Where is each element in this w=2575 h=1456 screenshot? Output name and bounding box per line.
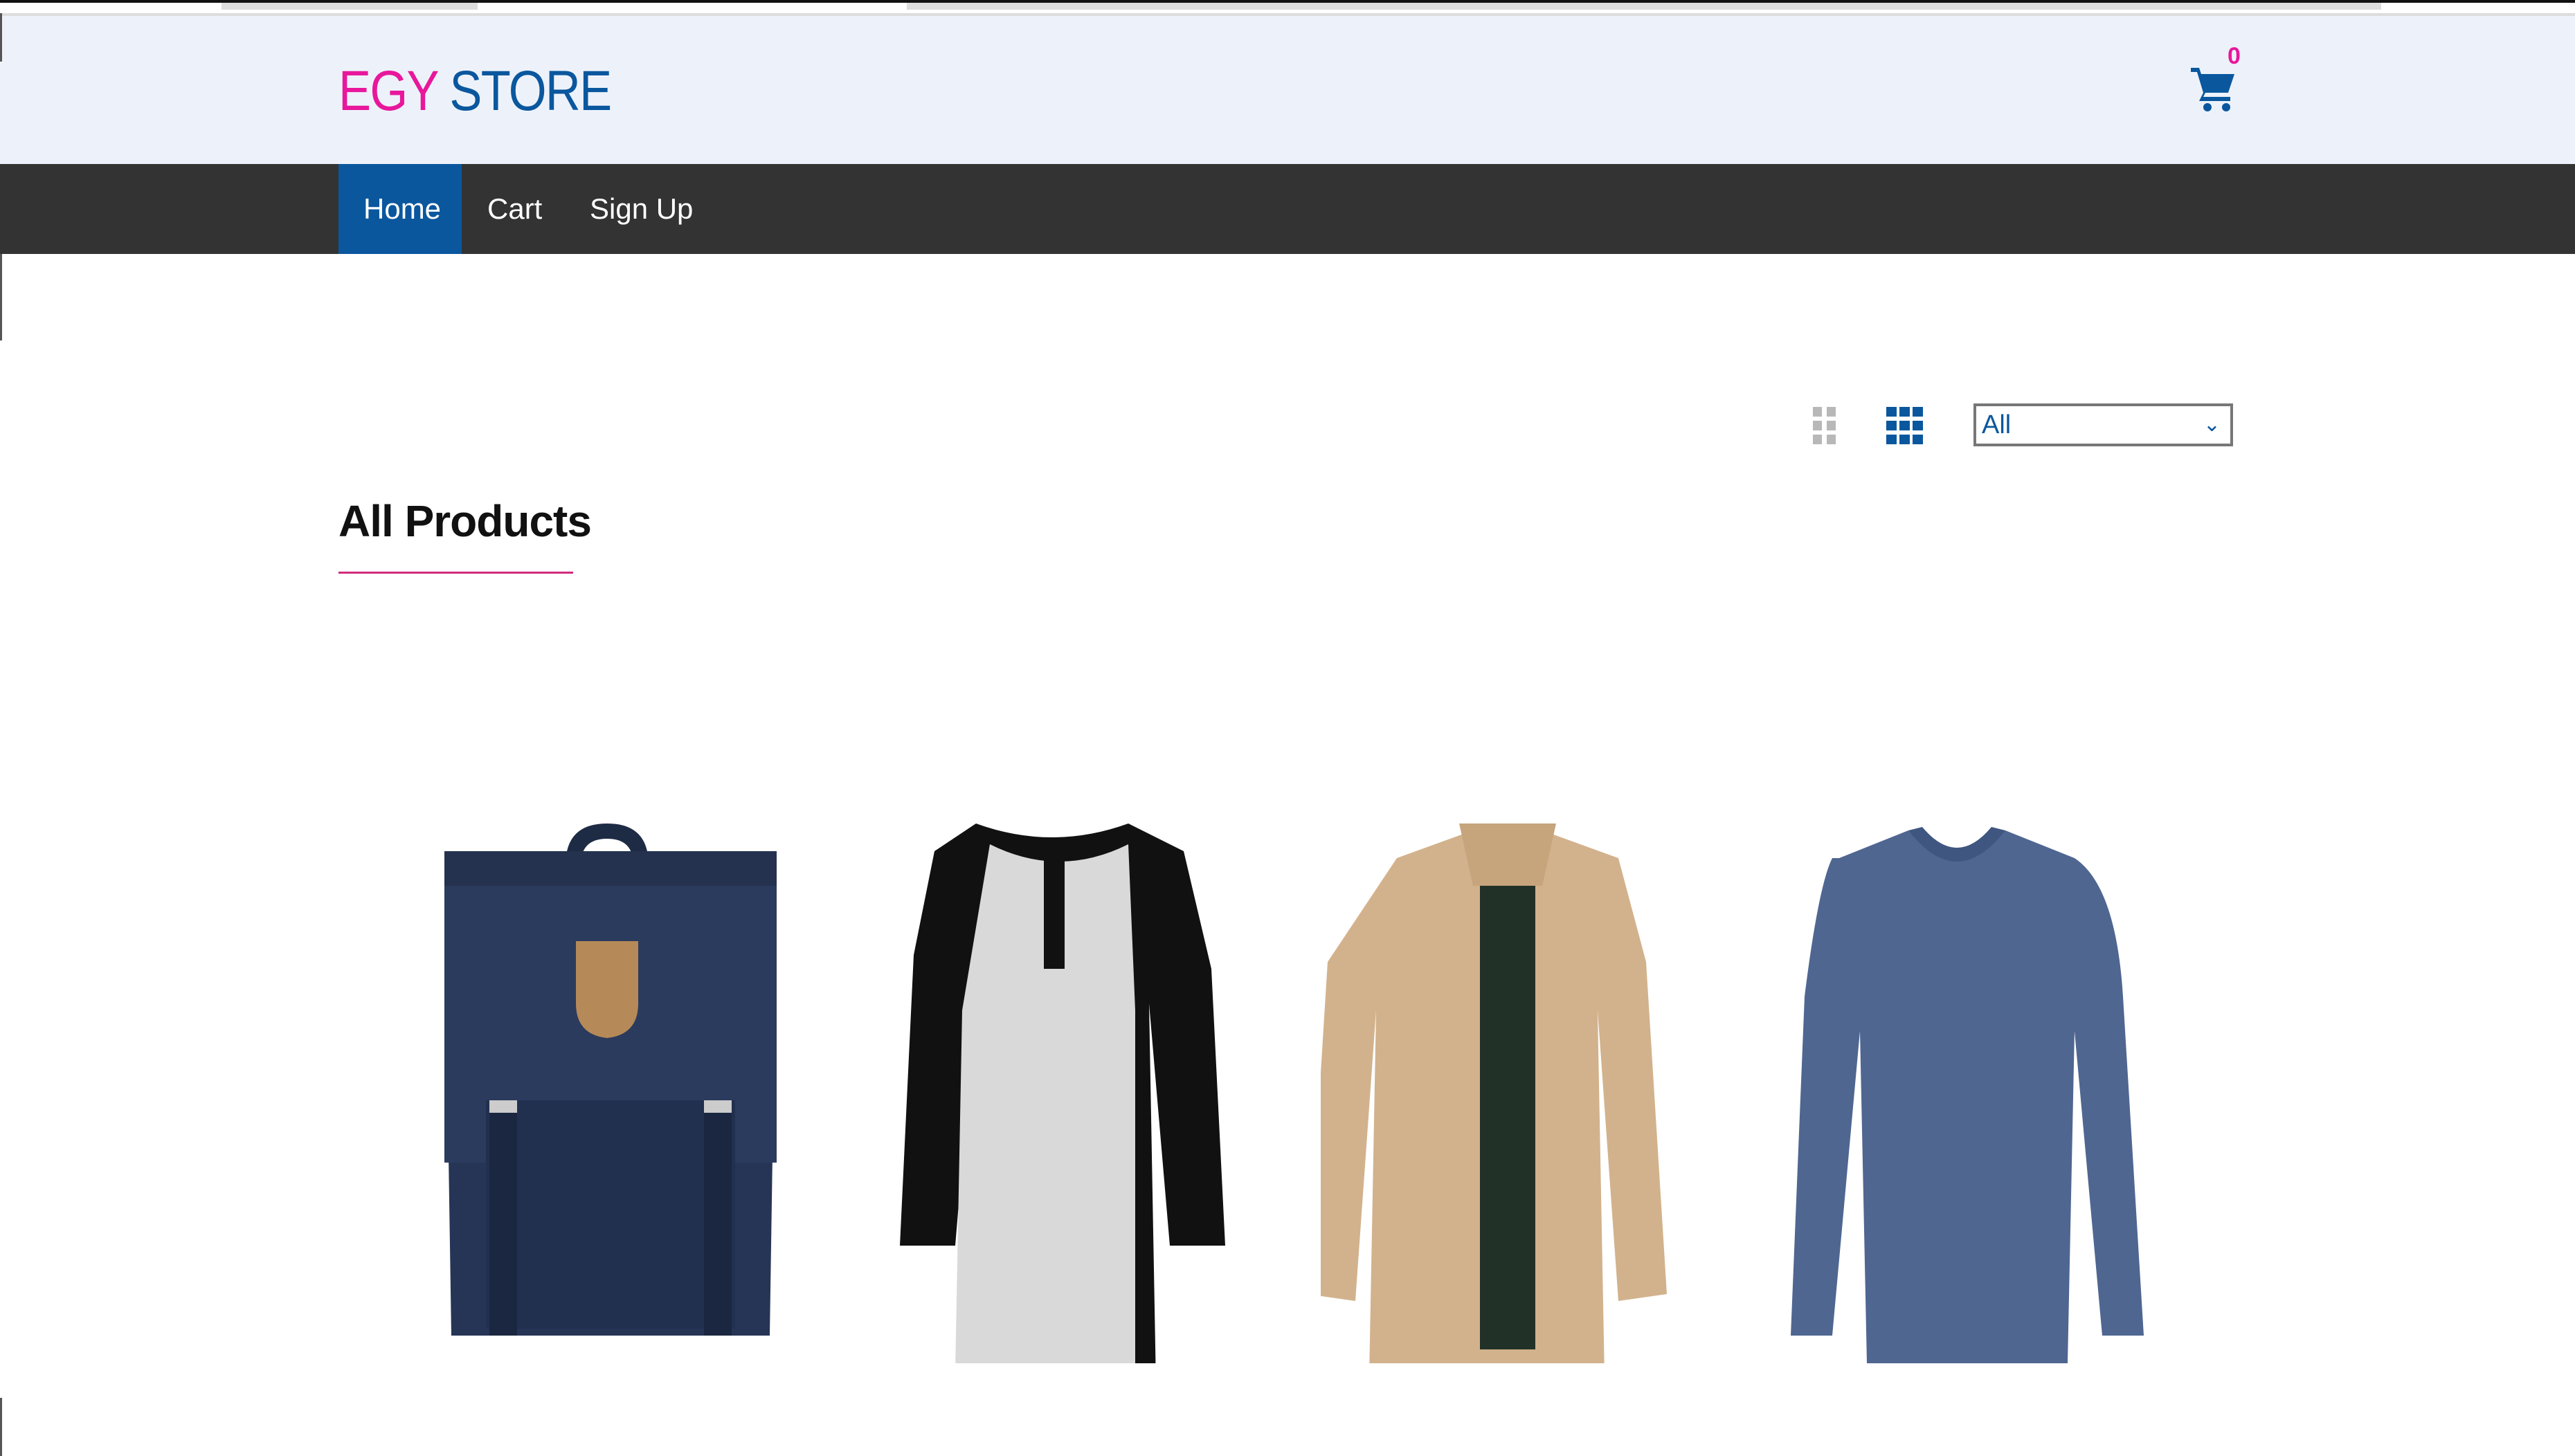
product-card-backpack[interactable] <box>424 782 797 1363</box>
logo[interactable]: EGY STORE <box>338 59 612 124</box>
left-edge <box>0 1398 2 1456</box>
product-image <box>444 823 777 1336</box>
tab-strip <box>222 3 478 10</box>
page-title: All Products <box>338 496 592 546</box>
title-underline <box>338 572 573 574</box>
main-nav: Home Cart Sign Up <box>0 164 2575 254</box>
tab-strip <box>907 3 2381 10</box>
product-card-jacket[interactable] <box>1307 782 1695 1377</box>
cart-count-badge: 0 <box>2228 43 2241 69</box>
chevron-down-icon: ⌄ <box>2203 413 2221 436</box>
product-image <box>1307 823 1667 1377</box>
grid-2-columns-icon[interactable] <box>1813 407 1836 444</box>
nav-sign-up[interactable]: Sign Up <box>565 164 718 254</box>
left-edge <box>0 13 2 62</box>
grid-3-columns-icon[interactable] <box>1886 407 1924 444</box>
shopping-cart-icon[interactable] <box>2189 64 2239 113</box>
product-image <box>900 823 1225 1398</box>
product-image <box>1791 827 2144 1374</box>
nav-cart[interactable]: Cart <box>462 164 567 254</box>
product-card-henley-shirt[interactable] <box>872 782 1246 1398</box>
nav-home[interactable]: Home <box>338 164 462 254</box>
left-edge <box>0 254 2 340</box>
product-card-vneck-shirt[interactable] <box>1770 782 2144 1374</box>
category-filter-select[interactable]: All ⌄ <box>1973 403 2233 446</box>
browser-top-strip <box>0 0 2575 13</box>
